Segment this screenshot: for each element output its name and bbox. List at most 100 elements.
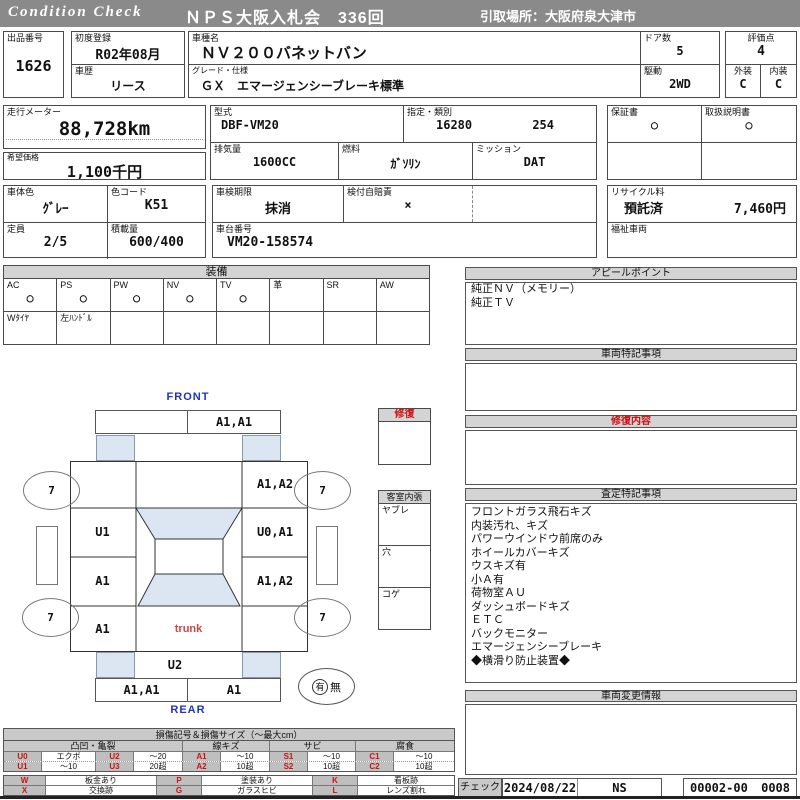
rear-bumper-left-damage: A1,A1 [123,683,159,697]
equip-sr-label: SR [324,279,376,291]
equip-ps-label: PS [57,279,109,291]
registration-box: 初度登録 R02年08月 車歴 リース [71,31,185,98]
auction-condition-sheet: Condition Check ＮＰＳ大阪入札会 336回 引取場所：大阪府泉大… [0,0,800,800]
wheel-front-left: 7 [23,471,80,510]
change-info-title: 車両変更情報 [465,690,797,702]
legend-row-2: U1 ～10 U3 20超 A2 10超 S2 10超 C2 10超 [4,762,454,771]
front-pillar-left [96,435,135,461]
equip-pw-label: PW [111,279,163,291]
rear-pillar-right [242,652,281,678]
doors-label: ドア数 [641,32,719,44]
warranty-book-mark: ○ [608,118,701,132]
history-value: リース [72,77,184,94]
right-front-door-damage: U0,A1 [242,507,308,556]
equipment-row-marks: AC○ PS○ PW○ NV○ TV○ 革 SR AW [4,279,429,312]
assessment-line: エマージェンシーブレーキ [466,641,796,655]
legend-header-dent: 凸凹・亀裂 [4,741,183,751]
displacement-label: 排気量 [211,143,338,155]
rear-bumper: A1,A1 A1 [95,678,281,702]
rear-bumper-right-damage: A1 [227,683,241,697]
equip-extra-1: 左ﾊﾝﾄﾞﾙ [57,312,109,324]
score-box: 評価点 4 外装 C 内装 C [725,31,797,98]
equip-nv-mark: ○ [164,291,216,305]
drive-label: 駆動 [641,65,719,77]
lot-number-box: 出品番号 1626 [3,31,64,98]
displacement-value: 1600CC [211,155,338,169]
symbol-row-2: X 交換跡 G ガラスヒビ L レンズ割れ [4,786,454,795]
exterior-grade-value: C [726,77,760,91]
legend-row-1: U0 エクボ U2 ～20 A1 ～10 S1 ～10 C1 ～10 [4,752,454,762]
appeal-panel: 純正ＮＶ（メモリー） 純正ＴＶ [465,282,797,345]
engine-box: 型式 DBF-VM20 指定・類別 16280 254 排気量 1600CC 燃… [210,105,597,180]
body-color-label: 車体色 [4,186,107,198]
inspection-expiry-value: 抹消 [213,198,343,217]
class-number-value: 254 [532,118,554,132]
assessment-line: ホイールカバーキズ [466,547,796,561]
assessment-panel: フロントガラス飛石キズ 内装汚れ、キズ パワーウインドウ前席のみ ホイールカバー… [465,503,797,683]
insurance-mark: × [344,198,472,212]
bottom-rule [0,796,800,799]
grade-label: グレード・仕様 [189,65,640,77]
equip-aw-label: AW [377,279,429,291]
grade-value: ＧＸ エマージェンシーブレーキ標準 [189,77,640,94]
sheet-code-box: 00002-00 0008 [683,778,797,797]
exterior-grade-label: 外装 [726,65,760,77]
load-capacity-label: 積載量 [108,223,205,235]
transmission-label: ミッション [473,143,596,155]
chassis-number-label: 車台番号 [213,223,596,235]
inspector-initials: NS [612,781,626,795]
model-code-label: 型式 [211,106,403,118]
welfare-vehicle-label: 福祉車両 [608,223,796,235]
front-bumper: A1,A1 [95,410,281,434]
vehicle-notes-title: 車両特記事項 [465,348,797,361]
record-book-absent-mark: 無 [330,679,341,695]
assessment-line: 荷物室ＡＵ [466,587,796,601]
drive-value: 2WD [641,77,719,91]
wheel-front-right: 7 [294,471,351,510]
color-code-label: 色コード [108,186,205,198]
legend-header-rust: サビ [270,741,356,751]
type-class-label: 指定・類別 [404,106,596,118]
equip-tv-mark: ○ [217,291,269,305]
warranty-book-label: 保証書 [608,106,701,118]
interior-grade-value: C [761,77,796,91]
manual-mark: ○ [702,118,796,132]
legend-header-scratch: 線キズ [183,741,270,751]
equip-extra-0: Wﾀｲﾔ [4,312,56,324]
assessment-line: ダッシュボードキズ [466,601,796,615]
wheel-rear-right: 7 [294,598,351,637]
fuel-value: ｶﾞｿﾘﾝ [339,155,472,172]
cabin-row-burn: コゲ [379,588,430,600]
equipment-row-extra: Wﾀｲﾔ 左ﾊﾝﾄﾞﾙ [4,312,429,344]
appeal-line: 純正ＴＶ [466,297,796,311]
assessment-line: 小Ａ有 [466,574,796,588]
odometer-value: 88,728km [4,118,205,140]
model-box: 車種名 ＮＶ２００バネットバン グレード・仕様 ＧＸ エマージェンシーブレーキ標… [188,31,720,98]
rear-pillar-left [96,652,135,678]
front-pillar-right [242,435,281,461]
score-value: 4 [726,44,796,59]
equip-ps-mark: ○ [57,291,109,305]
capacity-value: 2/5 [4,235,107,250]
check-date: 2024/08/22 [504,781,576,795]
doors-value: 5 [641,44,719,58]
left-quarter-damage: A1 [70,605,135,652]
sheet-number: 0008 [761,781,790,795]
repair-details-panel [465,430,797,485]
equipment-title: 装備 [4,266,429,279]
auction-title: ＮＰＳ大阪入札会 336回 [185,4,385,28]
color-code-value: K51 [108,198,205,213]
recycle-fee-label: リサイクル料 [608,186,796,198]
symbol-row-1: W 板金あり P 塗装あり K 看板跡 [4,776,454,786]
equip-ac-mark: ○ [4,291,56,305]
assessment-line: パワーウインドウ前席のみ [466,533,796,547]
cabin-interior-box: 客室内張 ヤブレ 穴 コゲ [378,490,431,630]
mirror-right [316,526,338,585]
load-capacity-value: 600/400 [108,235,205,250]
lot-number-value: 1626 [4,57,63,75]
odometer-box: 走行メーター 88,728km [3,105,206,149]
symbol-legend-table: W 板金あり P 塗装あり K 看板跡 X 交換跡 G ガラスヒビ L レンズ割… [3,775,455,796]
asking-price-value: 1,100千円 [4,161,205,182]
first-registration-value: R02年08月 [72,44,184,63]
manual-label: 取扱説明書 [702,106,796,118]
